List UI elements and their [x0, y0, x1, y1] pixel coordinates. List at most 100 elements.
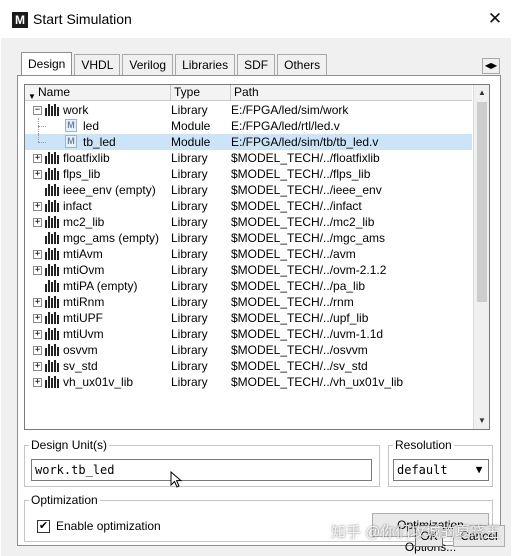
name-cell: + flps_lib: [25, 166, 168, 182]
table-row[interactable]: + sv_std Library $MODEL_TECH/../sv_std: [25, 358, 472, 374]
library-books-icon: [45, 328, 59, 340]
row-path: E:/FPGA/led/sim/tb/tb_led.v: [231, 135, 379, 149]
optimization-label: Optimization: [29, 493, 100, 507]
row-type: Library: [171, 375, 208, 389]
row-path: $MODEL_TECH/../mgc_ams: [231, 231, 386, 245]
tab-vhdl[interactable]: VHDL: [74, 54, 121, 76]
table-row[interactable]: Mled Module E:/FPGA/led/rtl/led.v: [25, 118, 472, 134]
expand-icon[interactable]: +: [33, 378, 42, 387]
row-path: $MODEL_TECH/../rnm: [231, 295, 354, 309]
table-row[interactable]: Mtb_led Module E:/FPGA/led/sim/tb/tb_led.v: [25, 134, 472, 150]
row-path: $MODEL_TECH/../ieee_env: [231, 183, 382, 197]
library-books-icon: [45, 360, 59, 372]
column-header-name[interactable]: ▼ Name: [25, 85, 171, 101]
row-path: $MODEL_TECH/../uvm-1.1d: [231, 327, 384, 341]
name-cell: mtiPA (empty): [25, 278, 168, 294]
expand-icon[interactable]: +: [33, 314, 42, 323]
expand-icon[interactable]: +: [33, 202, 42, 211]
table-body: − work Library E:/FPGA/led/sim/work Mled Modu…: [25, 102, 472, 390]
expand-icon[interactable]: +: [33, 346, 42, 355]
row-name: flps_lib: [63, 167, 101, 181]
row-path: $MODEL_TECH/../osvvm: [231, 343, 368, 357]
row-name: led: [83, 119, 100, 133]
library-tree-table[interactable]: ▼ Name Type Path − work Library E:/FPGA/led…: [24, 84, 490, 430]
tab-libraries[interactable]: Libraries: [175, 54, 236, 76]
name-cell: + mtiAvm: [25, 246, 168, 262]
dropdown-arrow-icon[interactable]: ▼: [471, 461, 487, 479]
table-row[interactable]: mtiPA (empty) Library $MODEL_TECH/../pa_li…: [25, 278, 472, 294]
table-row[interactable]: + mtiOvm Library $MODEL_TECH/../ovm-2.1.2: [25, 262, 472, 278]
table-row[interactable]: mgc_ams (empty) Library $MODEL_TECH/../mgc…: [25, 230, 472, 246]
library-books-icon: [45, 312, 59, 324]
module-icon: M: [65, 135, 77, 148]
design-unit-input[interactable]: work.tb_led: [31, 459, 372, 481]
table-row[interactable]: + infact Library $MODEL_TECH/../infact: [25, 198, 472, 214]
vertical-scrollbar[interactable]: ▲ ▼: [473, 85, 489, 429]
tree-connector: [38, 126, 46, 127]
tree-connector: [38, 134, 39, 142]
table-row[interactable]: + vh_ux01v_lib Library $MODEL_TECH/../vh_ux…: [25, 374, 472, 390]
name-cell: − work: [25, 102, 168, 118]
tree-connector: [38, 142, 46, 143]
column-header-path[interactable]: Path: [231, 85, 472, 101]
row-name: mgc_ams (empty): [63, 231, 160, 245]
row-name: mtiRnm: [63, 295, 105, 309]
enable-optimization-checkbox[interactable]: ✔: [37, 520, 50, 533]
expand-icon[interactable]: +: [33, 298, 42, 307]
table-row[interactable]: + floatfixlib Library $MODEL_TECH/../floatf…: [25, 150, 472, 166]
collapse-icon[interactable]: −: [33, 106, 42, 115]
resolution-label: Resolution: [393, 438, 454, 452]
tab-sdf[interactable]: SDF: [237, 54, 276, 76]
enable-optimization-label[interactable]: Enable optimization: [56, 519, 161, 533]
row-path: $MODEL_TECH/../sv_std: [231, 359, 368, 373]
row-path: $MODEL_TECH/../vh_ux01v_lib: [231, 375, 404, 389]
row-name: mtiAvm: [63, 247, 103, 261]
table-row[interactable]: + mtiAvm Library $MODEL_TECH/../avm: [25, 246, 472, 262]
module-icon: M: [65, 119, 77, 132]
table-row[interactable]: + mtiRnm Library $MODEL_TECH/../rnm: [25, 294, 472, 310]
name-cell: + vh_ux01v_lib: [25, 374, 168, 390]
tab-design[interactable]: Design: [21, 52, 73, 76]
row-name: floatfixlib: [63, 151, 110, 165]
expand-icon[interactable]: +: [33, 154, 42, 163]
close-button[interactable]: ✕: [484, 9, 506, 29]
resolution-select[interactable]: default ▼: [393, 459, 489, 481]
row-path: $MODEL_TECH/../infact: [231, 199, 362, 213]
expand-icon[interactable]: +: [33, 362, 42, 371]
row-path: $MODEL_TECH/../upf_lib: [231, 311, 369, 325]
design-unit-group: Design Unit(s) work.tb_led: [24, 438, 380, 487]
tab-verilog[interactable]: Verilog: [122, 54, 174, 76]
expand-icon[interactable]: +: [33, 170, 42, 179]
row-type: Library: [171, 311, 208, 325]
tab-others[interactable]: Others: [277, 54, 328, 76]
row-path: $MODEL_TECH/../mc2_lib: [231, 215, 375, 229]
column-header-type[interactable]: Type: [171, 85, 231, 101]
name-cell: mgc_ams (empty): [25, 230, 168, 246]
tab-bar: Design VHDL Verilog Libraries SDF Others: [21, 52, 329, 76]
expand-icon[interactable]: +: [33, 218, 42, 227]
window-title: Start Simulation: [33, 11, 132, 27]
row-path: E:/FPGA/led/sim/work: [231, 103, 349, 117]
scroll-up-arrow-icon[interactable]: ▲: [474, 85, 489, 101]
mouse-cursor-icon: [170, 471, 183, 488]
table-row[interactable]: ieee_env (empty) Library $MODEL_TECH/../ie…: [25, 182, 472, 198]
expand-icon[interactable]: +: [33, 266, 42, 275]
scrollbar-thumb[interactable]: [477, 102, 487, 302]
table-row[interactable]: + osvvm Library $MODEL_TECH/../osvvm: [25, 342, 472, 358]
name-cell: + mtiOvm: [25, 262, 168, 278]
table-row[interactable]: + mtiUPF Library $MODEL_TECH/../upf_lib: [25, 310, 472, 326]
expand-icon[interactable]: +: [33, 330, 42, 339]
table-row[interactable]: + mtiUvm Library $MODEL_TECH/../uvm-1.1d: [25, 326, 472, 342]
row-type: Module: [171, 119, 211, 133]
expand-icon[interactable]: +: [33, 250, 42, 259]
scroll-down-arrow-icon[interactable]: ▼: [474, 413, 489, 429]
name-cell: + mtiRnm: [25, 294, 168, 310]
row-path: E:/FPGA/led/rtl/led.v: [231, 119, 340, 133]
table-row[interactable]: + flps_lib Library $MODEL_TECH/../flps_lib: [25, 166, 472, 182]
table-row[interactable]: + mc2_lib Library $MODEL_TECH/../mc2_lib: [25, 214, 472, 230]
tab-scroll-arrows-icon[interactable]: ◀▶: [482, 58, 500, 74]
row-name: mtiOvm: [63, 263, 105, 277]
table-row[interactable]: − work Library E:/FPGA/led/sim/work: [25, 102, 472, 118]
library-books-icon: [45, 104, 59, 116]
row-name: mtiUPF: [63, 311, 103, 325]
